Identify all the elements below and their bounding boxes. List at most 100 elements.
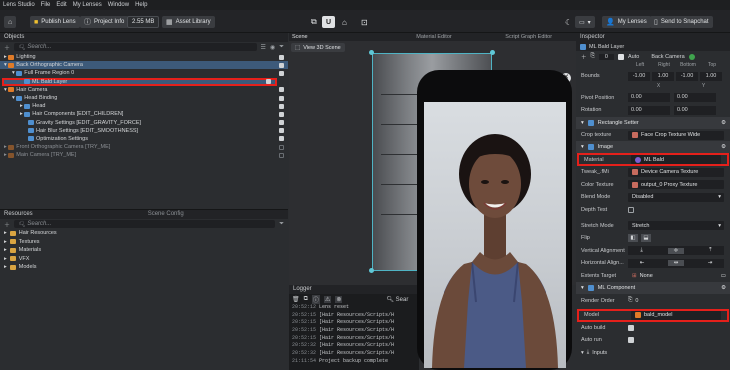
visibility-checkbox[interactable] [279,54,284,60]
tree-row-hair-camera[interactable]: ▾ Hair Camera [0,86,288,94]
error-filter-icon[interactable]: ⊗ [335,295,343,303]
crop-texture-field[interactable]: Face Crop Texture Wide [628,130,724,140]
resource-folder[interactable]: ▸ Textures [0,238,288,247]
view-3d-scene-button[interactable]: ⬚ View 3D Scene [291,43,345,52]
align-center-icon[interactable]: ✛ [667,247,685,254]
publish-lens-button[interactable]: ■ Publish Lens [30,16,80,28]
flip-horizontal-icon[interactable]: ◧ [628,234,638,243]
moon-icon[interactable]: ☾ [561,16,576,28]
pivot-y-field[interactable]: 0.00 [674,93,716,103]
add-component-icon[interactable]: ＋ [581,53,587,61]
trash-icon[interactable]: 🗑︎ [292,296,300,303]
visibility-checkbox[interactable] [279,152,284,158]
tweak-field[interactable]: Device Camera Texture [628,167,724,177]
render-order-field[interactable]: 0 [635,298,638,304]
tree-row-back-camera[interactable]: ▾ Back Orthographic Camera [0,61,288,70]
stretch-mode-select[interactable]: Stretch ▾ [628,221,724,231]
tree-row-hair-blur-settings[interactable]: Hair Blur Settings [EDIT_SMOOTHNESS] [0,127,288,135]
bounds-left-field[interactable]: -1.00 [628,71,650,81]
align-middle-icon[interactable]: ⇹ [667,260,685,267]
preview-icon[interactable]: ⊡ [357,16,372,28]
gear-icon[interactable]: ⚙ [721,120,726,126]
filter-icon[interactable]: ⏷ [279,221,284,228]
visibility-checkbox[interactable] [279,111,284,117]
visibility-checkbox[interactable] [279,120,284,126]
align-bottom-icon[interactable]: ⤓ [640,247,642,254]
visibility-checkbox[interactable] [279,70,284,76]
color-texture-field[interactable]: output_0 Proxy Texture [628,180,724,190]
tree-row-head[interactable]: ▸ Head [0,102,288,110]
resource-folder[interactable]: ▸ VFX [0,255,288,264]
tab-scene[interactable]: Scene [289,33,387,41]
magnet-icon[interactable]: U [322,16,336,28]
scene-config-tab[interactable]: Scene Config [148,210,184,219]
tree-row-ml-bald-layer[interactable]: ML Bald Layer [2,77,277,86]
extents-target-field[interactable]: ⊞ None [628,272,724,281]
blend-mode-select[interactable]: Disabled ▾ [628,192,724,202]
filter-icon[interactable]: ⏷ [279,44,284,51]
visibility-checkbox[interactable] [279,128,284,134]
resource-folder[interactable]: ▸ Models [0,263,288,272]
align-right-icon[interactable]: ⇥ [708,260,713,266]
my-lenses-button[interactable]: 👤 My Lenses [602,16,651,28]
info-filter-icon[interactable]: ⓘ [311,294,320,304]
objects-search-input[interactable]: 🔍︎ Search... [14,43,257,51]
visibility-checkbox[interactable] [279,136,284,142]
gear-icon[interactable]: ⚙ [721,285,726,291]
resize-handle[interactable] [490,50,495,55]
tree-row-main-camera[interactable]: ▸ Main Camera [TRY_ME] [0,151,288,159]
inputs-row[interactable]: ▾ ⤓ Inputs [576,347,730,360]
menu-edit[interactable]: Edit [56,2,66,8]
ml-component-section[interactable]: ▾ ML Component ⚙ [576,282,730,295]
warning-filter-icon[interactable]: ⚠ [323,295,332,303]
bounds-bottom-field[interactable]: -1.00 [676,71,698,81]
menu-lens-studio[interactable]: Lens Studio [3,2,35,8]
add-object-icon[interactable]: ＋ [4,43,10,52]
tree-row-head-binding[interactable]: ▾ Head Binding [0,94,288,102]
material-field[interactable]: ML Bald [631,155,721,165]
tree-row-gravity-settings[interactable]: Gravity Settings [EDIT_GRAVITY_FORCE] [0,119,288,127]
visibility-checkbox[interactable] [279,87,284,93]
depth-test-checkbox[interactable] [628,207,634,214]
preview-screen[interactable] [424,102,566,368]
visibility-checkbox[interactable] [266,79,271,85]
resources-search-input[interactable]: 🔍︎ Search... [14,220,276,228]
visibility-checkbox[interactable] [279,103,284,109]
tree-row-optimization-settings[interactable]: Optimization Settings [0,135,288,143]
tab-script-graph-editor[interactable]: Script Graph Editor [481,33,576,41]
tree-row-hair-components[interactable]: ▸ Hair Components [EDIT_CHILDREN] [0,110,288,118]
visibility-checkbox[interactable] [279,95,284,101]
bounds-top-field[interactable]: 1.00 [700,71,722,81]
tree-row-full-frame[interactable]: ▾ Full Frame Region 0 [0,69,288,77]
align-left-icon[interactable]: ⇤ [640,260,645,266]
layer-number[interactable]: 0 [598,53,614,60]
tree-row-lighting[interactable]: ▸ Lighting [0,53,288,61]
pivot-x-field[interactable]: 0.00 [628,93,670,103]
menu-window[interactable]: Window [108,2,129,8]
rotation-x-field[interactable]: 0.00 [628,105,670,115]
list-icon[interactable]: ☰ [261,44,266,51]
asset-library-button[interactable]: ▦ Asset Library [162,16,215,28]
copy-icon[interactable]: ⧉ [304,296,308,303]
bounds-right-field[interactable]: 1.00 [652,71,674,81]
auto-run-checkbox[interactable] [628,337,634,344]
gear-icon[interactable]: ⚙ [721,144,726,150]
device-dropdown[interactable]: ▭ ▾ [575,16,595,28]
checkbox[interactable] [617,53,624,60]
resize-handle[interactable] [369,268,374,273]
align-top-icon[interactable]: ⤒ [709,247,711,254]
menu-file[interactable]: File [41,2,51,8]
folder-icon[interactable]: ▭ [721,273,726,279]
eye-icon[interactable]: ◉ [270,44,275,51]
flip-vertical-icon[interactable]: ⬓ [641,234,651,243]
tab-material-editor[interactable]: Material Editor [387,33,482,41]
project-info-button[interactable]: ⓘ Project Info [80,16,129,28]
send-to-snapchat-button[interactable]: ▯ Send to Snapchat [650,16,713,28]
rectangle-setter-section[interactable]: ▾ Rectangle Setter ⚙ [576,116,730,129]
image-section[interactable]: ▾ Image ⚙ [576,141,730,154]
visibility-checkbox[interactable] [279,62,284,68]
visibility-checkbox[interactable] [279,144,284,150]
tree-row-front-camera[interactable]: ▸ Front Orthographic Camera [TRY_ME] [0,143,288,151]
layout-icon[interactable]: ⧉ [307,16,321,28]
home-view-icon[interactable]: ⌂ [338,16,351,28]
